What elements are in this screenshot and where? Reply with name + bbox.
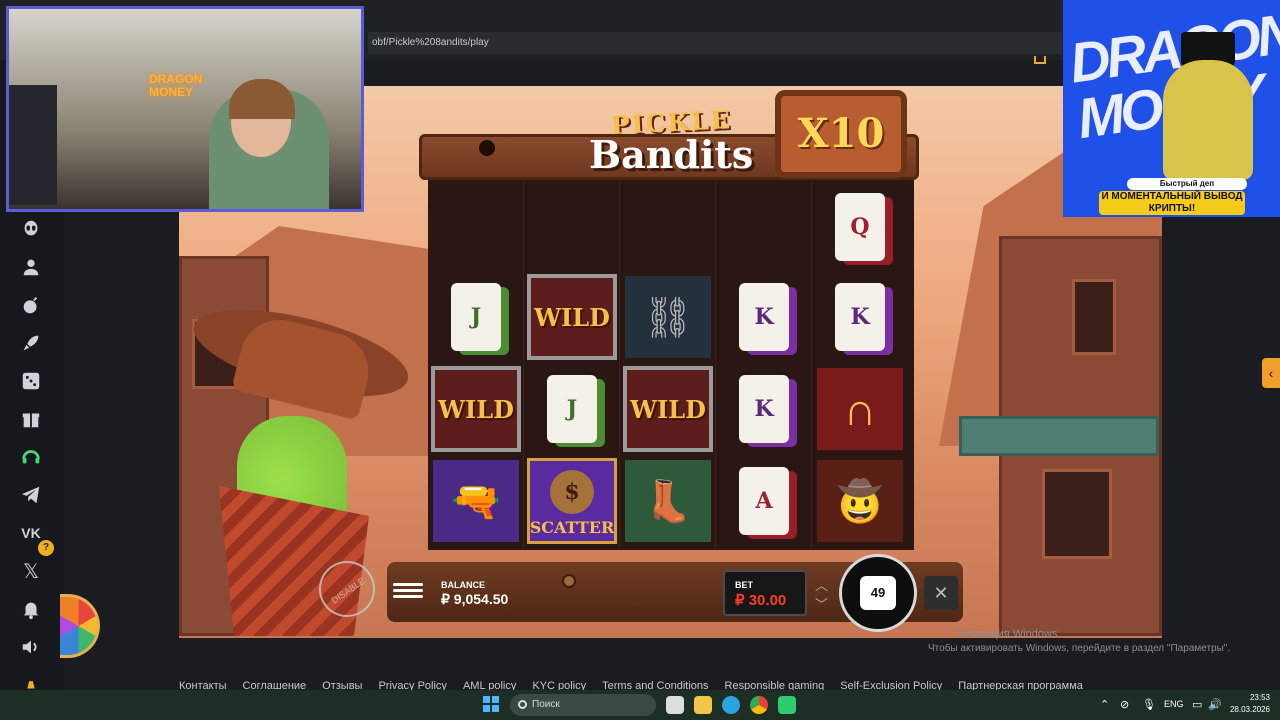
- revolver-icon: 🔫: [433, 460, 519, 542]
- cowboy-hat-icon: 🤠: [817, 460, 903, 542]
- dragon-mascot: [1163, 60, 1253, 180]
- symbol-horseshoe: ∩: [815, 366, 905, 452]
- symbol-scatter: $ SCATTER: [527, 458, 617, 544]
- bullet-hole: [479, 140, 495, 156]
- taskbar-search[interactable]: Поиск: [510, 694, 656, 716]
- coin-icon: [562, 574, 576, 588]
- balance-label: BALANCE: [441, 580, 485, 590]
- telegram-app-icon[interactable]: [722, 696, 740, 714]
- webcam-overlay: DRAGON MONEY: [6, 6, 364, 212]
- menu-button[interactable]: [393, 580, 423, 604]
- bet-label: BET: [735, 580, 753, 590]
- symbol-handcuffs: ⛓: [623, 274, 713, 360]
- clock-date[interactable]: 28.03.2026: [1226, 705, 1270, 714]
- windows-activation-text: Чтобы активировать Windows, перейдите в …: [928, 643, 1231, 654]
- file-explorer-icon[interactable]: [694, 696, 712, 714]
- autospin-counter[interactable]: 49: [860, 576, 896, 610]
- speaker-icon[interactable]: 🔊: [1208, 698, 1222, 711]
- dice-icon[interactable]: [18, 368, 44, 394]
- chrome-icon[interactable]: [750, 696, 768, 714]
- bet-value: ₽ 30.00: [735, 592, 787, 609]
- task-view-icon[interactable]: [666, 696, 684, 714]
- sponsor-banner: DRAGON MONEY Быстрый деп И МОМЕНТАЛЬНЫЙ …: [1063, 0, 1280, 217]
- symbol-card: K: [815, 274, 905, 360]
- reel-2: WILD J $ SCATTER: [524, 180, 620, 550]
- reel-1: J WILD 🔫: [428, 180, 524, 550]
- alien-icon[interactable]: [18, 216, 44, 242]
- symbol-card: Q: [815, 184, 905, 270]
- bet-decrease-button[interactable]: ﹀: [815, 594, 828, 613]
- fortune-wheel-icon[interactable]: [60, 594, 100, 658]
- app-icon[interactable]: [778, 696, 796, 714]
- money-bag-icon: $: [550, 470, 594, 514]
- headset-icon[interactable]: [18, 444, 44, 470]
- collapse-panel-button[interactable]: ‹: [1262, 358, 1280, 388]
- symbol-card: K: [719, 274, 809, 360]
- symbol-wild: WILD: [527, 274, 617, 360]
- balance-value: ₽ 9,054.50: [441, 591, 509, 607]
- language-indicator[interactable]: ENG: [1164, 699, 1184, 709]
- stop-autospin-button[interactable]: ✕: [924, 576, 958, 610]
- ad-tagline: Быстрый деп: [1127, 178, 1247, 190]
- reel-5: Q K ∩ 🤠: [812, 180, 908, 550]
- symbol-boot: 👢: [623, 458, 713, 544]
- telegram-icon[interactable]: [18, 482, 44, 508]
- logo-bandits: Bandits: [589, 132, 754, 177]
- search-icon: [518, 700, 527, 709]
- windows-start-icon[interactable]: [483, 696, 499, 712]
- awning-right: [959, 416, 1159, 456]
- windows-activation-title: Активация Windows: [956, 628, 1058, 640]
- bell-icon[interactable]: [18, 596, 44, 622]
- vk-icon[interactable]: VK: [18, 520, 44, 546]
- ad-headline: И МОМЕНТАЛЬНЫЙ ВЫВОД КРИПТЫ!: [1099, 191, 1245, 215]
- symbol-wild: WILD: [431, 366, 521, 452]
- symbol-card: J: [527, 366, 617, 452]
- handcuffs-icon: ⛓: [625, 276, 711, 358]
- address-bar[interactable]: obf/Pickle%208andits/play: [368, 32, 1062, 54]
- bet-increase-button[interactable]: ︿: [815, 575, 828, 594]
- streamer-hair: [229, 79, 295, 119]
- symbol-hat: 🤠: [815, 458, 905, 544]
- display-icon[interactable]: ▭: [1192, 698, 1202, 711]
- x-icon[interactable]: 𝕏: [18, 558, 44, 584]
- microphone-icon[interactable]: 🎙: [1142, 698, 1156, 711]
- reel-grid: J WILD 🔫 WILD J $ SCATTER ⛓ WILD 👢 K K A …: [428, 180, 914, 550]
- bomb-icon[interactable]: [18, 292, 44, 318]
- horseshoe-icon: ∩: [817, 368, 903, 450]
- symbol-card: A: [719, 458, 809, 544]
- rocket-icon[interactable]: [18, 330, 44, 356]
- tray-chevron-icon[interactable]: ⌃: [1100, 698, 1109, 711]
- symbol-card: J: [431, 274, 521, 360]
- gift-icon[interactable]: [18, 406, 44, 432]
- no-network-icon[interactable]: ⊘: [1120, 698, 1129, 711]
- reel-3: ⛓ WILD 👢: [620, 180, 716, 550]
- multiplier-badge: X10: [775, 90, 907, 178]
- cam-monitor: [9, 85, 57, 205]
- volume-icon[interactable]: [18, 634, 44, 660]
- symbol-card: K: [719, 366, 809, 452]
- boot-icon: 👢: [625, 460, 711, 542]
- reel-4: K K A: [716, 180, 812, 550]
- symbol-wild: WILD: [623, 366, 713, 452]
- neon-sign: DRAGON MONEY: [149, 72, 203, 99]
- symbol-revolver: 🔫: [431, 458, 521, 544]
- fullscreen-icon[interactable]: [1034, 56, 1046, 64]
- user-icon[interactable]: [18, 254, 44, 280]
- clock-time[interactable]: 23:53: [1238, 693, 1270, 702]
